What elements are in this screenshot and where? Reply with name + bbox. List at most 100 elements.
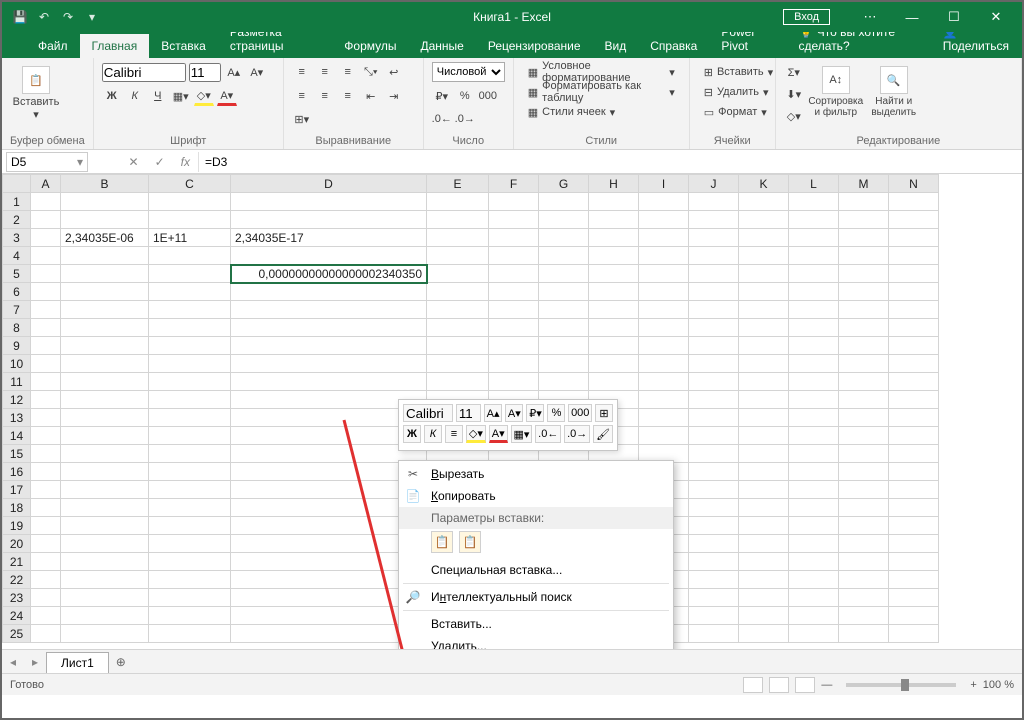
- cell[interactable]: [149, 193, 231, 211]
- signin-button[interactable]: Вход: [783, 9, 830, 25]
- cell[interactable]: [427, 211, 489, 229]
- cell[interactable]: [61, 193, 149, 211]
- inc-decimal-icon[interactable]: .0←: [432, 109, 452, 129]
- format-table-button[interactable]: ▦ Форматировать как таблицу ▾: [522, 82, 681, 102]
- col-header[interactable]: B: [61, 175, 149, 193]
- mini-fontcolor-icon[interactable]: A▾: [489, 425, 508, 443]
- row-header[interactable]: 22: [3, 571, 31, 589]
- cell[interactable]: [739, 373, 789, 391]
- cell[interactable]: [149, 553, 231, 571]
- cell[interactable]: [427, 247, 489, 265]
- cell[interactable]: [31, 409, 61, 427]
- cell[interactable]: [839, 247, 889, 265]
- fill-icon[interactable]: ⬇▾: [784, 84, 804, 104]
- cell[interactable]: [889, 517, 939, 535]
- row-header[interactable]: 17: [3, 481, 31, 499]
- align-top-icon[interactable]: ≡: [292, 62, 312, 82]
- cell[interactable]: [31, 319, 61, 337]
- cell[interactable]: [489, 247, 539, 265]
- bold-button[interactable]: Ж: [102, 86, 122, 106]
- cell[interactable]: [689, 427, 739, 445]
- cell[interactable]: [31, 391, 61, 409]
- cell[interactable]: [689, 463, 739, 481]
- cell[interactable]: [61, 607, 149, 625]
- cell[interactable]: [789, 265, 839, 283]
- cell[interactable]: [149, 409, 231, 427]
- cell[interactable]: [839, 463, 889, 481]
- cell[interactable]: [149, 499, 231, 517]
- cell[interactable]: [61, 463, 149, 481]
- cell[interactable]: [539, 211, 589, 229]
- cell[interactable]: [839, 571, 889, 589]
- cell[interactable]: [489, 265, 539, 283]
- col-header[interactable]: N: [889, 175, 939, 193]
- cell[interactable]: [789, 517, 839, 535]
- col-header[interactable]: A: [31, 175, 61, 193]
- cell[interactable]: [739, 211, 789, 229]
- cell[interactable]: [149, 607, 231, 625]
- cell[interactable]: [539, 265, 589, 283]
- cell[interactable]: [839, 481, 889, 499]
- cell[interactable]: [31, 373, 61, 391]
- mini-font-size[interactable]: [456, 404, 481, 422]
- cell[interactable]: [489, 229, 539, 247]
- row-header[interactable]: 9: [3, 337, 31, 355]
- fx-icon[interactable]: fx: [181, 155, 190, 169]
- col-header[interactable]: E: [427, 175, 489, 193]
- ctx-copy[interactable]: 📄Копировать: [399, 485, 673, 507]
- cell[interactable]: [31, 301, 61, 319]
- row-header[interactable]: 5: [3, 265, 31, 283]
- save-icon[interactable]: 💾: [10, 7, 30, 27]
- cell[interactable]: [739, 265, 789, 283]
- cell[interactable]: [231, 283, 427, 301]
- row-header[interactable]: 14: [3, 427, 31, 445]
- cell[interactable]: [689, 517, 739, 535]
- cell[interactable]: [739, 481, 789, 499]
- cell[interactable]: [61, 283, 149, 301]
- cell[interactable]: [61, 445, 149, 463]
- cell[interactable]: [539, 337, 589, 355]
- cell[interactable]: [639, 265, 689, 283]
- cell[interactable]: [149, 625, 231, 643]
- cell[interactable]: [739, 409, 789, 427]
- percent-icon[interactable]: %: [455, 86, 475, 106]
- view-pagebreak-icon[interactable]: [795, 677, 815, 693]
- mini-currency-icon[interactable]: ₽▾: [526, 404, 544, 422]
- col-header[interactable]: I: [639, 175, 689, 193]
- cell[interactable]: [589, 265, 639, 283]
- cell[interactable]: [489, 319, 539, 337]
- cell[interactable]: [427, 373, 489, 391]
- cell[interactable]: [789, 571, 839, 589]
- cell[interactable]: 2,34035E-17: [231, 229, 427, 247]
- cell[interactable]: [31, 535, 61, 553]
- cell[interactable]: [889, 553, 939, 571]
- cell[interactable]: 2,34035E-06: [61, 229, 149, 247]
- cell[interactable]: [839, 517, 889, 535]
- cell[interactable]: [739, 499, 789, 517]
- col-header[interactable]: J: [689, 175, 739, 193]
- underline-button[interactable]: Ч: [148, 86, 168, 106]
- cell[interactable]: [889, 625, 939, 643]
- cell[interactable]: [789, 247, 839, 265]
- ctx-paste-special[interactable]: Специальная вставка...: [399, 559, 673, 581]
- cell[interactable]: [61, 409, 149, 427]
- cell[interactable]: [689, 535, 739, 553]
- cell[interactable]: 1E+11: [149, 229, 231, 247]
- row-header[interactable]: 13: [3, 409, 31, 427]
- cell[interactable]: [889, 571, 939, 589]
- cell[interactable]: [689, 229, 739, 247]
- cell[interactable]: [231, 211, 427, 229]
- col-header[interactable]: M: [839, 175, 889, 193]
- cell[interactable]: [61, 337, 149, 355]
- cell[interactable]: [789, 319, 839, 337]
- cell[interactable]: [539, 301, 589, 319]
- cell[interactable]: [61, 355, 149, 373]
- col-header[interactable]: G: [539, 175, 589, 193]
- cell[interactable]: [739, 283, 789, 301]
- row-header[interactable]: 16: [3, 463, 31, 481]
- cell[interactable]: [149, 337, 231, 355]
- cell[interactable]: [889, 319, 939, 337]
- paste-button[interactable]: 📋 Вставить▾: [10, 62, 62, 121]
- mini-percent-icon[interactable]: %: [547, 404, 565, 422]
- row-header[interactable]: 19: [3, 517, 31, 535]
